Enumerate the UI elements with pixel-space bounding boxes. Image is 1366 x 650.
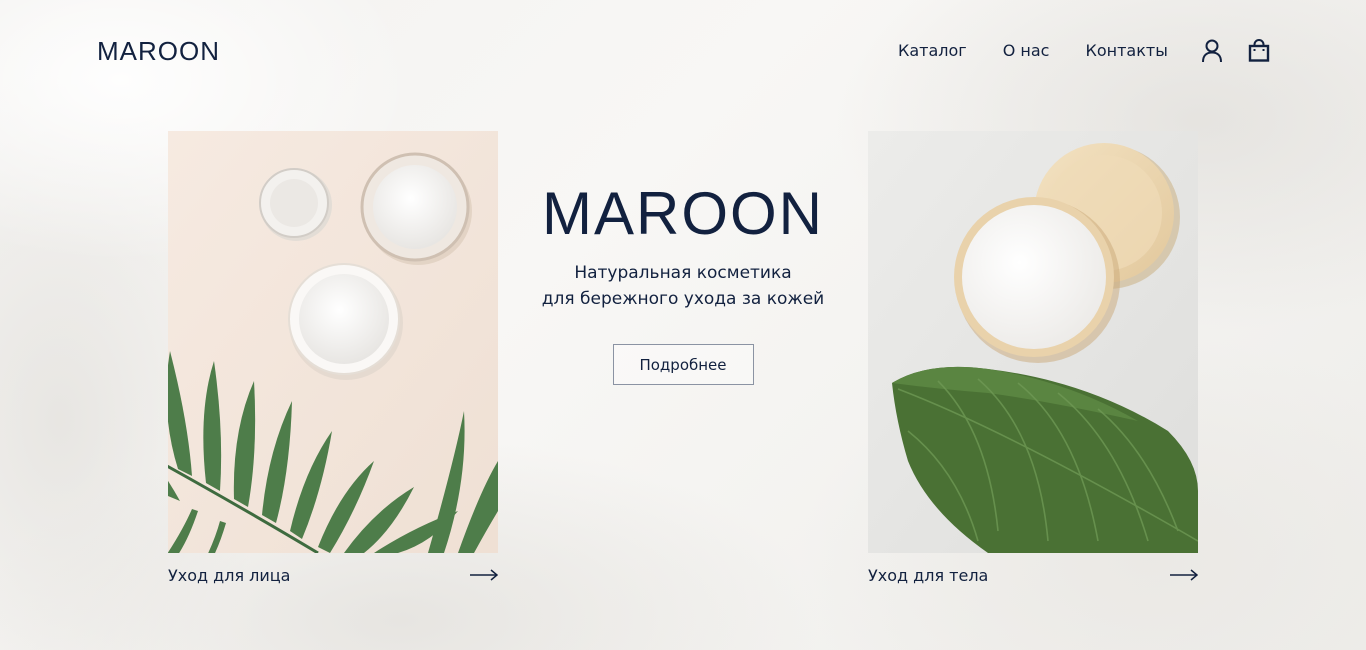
page: MAROON Каталог О нас Контакты Уход для л… — [0, 0, 1366, 650]
arrow-right-icon[interactable] — [1170, 569, 1198, 581]
main-nav: Каталог О нас Контакты — [898, 40, 1168, 62]
hero: MAROON Натуральная косметика для бережно… — [520, 180, 846, 385]
card-face-care-footer[interactable]: Уход для лица — [168, 565, 498, 585]
card-body-care[interactable]: Уход для тела — [868, 131, 1198, 585]
card-face-care[interactable]: Уход для лица — [168, 131, 498, 585]
hero-brand: MAROON — [542, 180, 824, 247]
shopping-bag-icon[interactable] — [1247, 38, 1271, 64]
hero-tagline: Натуральная косметика для бережного уход… — [520, 260, 846, 312]
nav-item-catalog[interactable]: Каталог — [898, 40, 967, 62]
user-icon[interactable] — [1200, 38, 1224, 64]
hero-tagline-line2: для бережного ухода за кожей — [541, 289, 825, 309]
nav-item-about[interactable]: О нас — [1003, 40, 1050, 62]
more-button[interactable]: Подробнее — [612, 344, 754, 385]
arrow-right-icon[interactable] — [470, 569, 498, 581]
card-body-care-label: Уход для тела — [868, 565, 989, 585]
card-body-care-footer[interactable]: Уход для тела — [868, 565, 1198, 585]
face-care-image[interactable] — [168, 131, 498, 553]
nav-item-contacts[interactable]: Контакты — [1085, 40, 1167, 62]
card-face-care-label: Уход для лица — [168, 565, 291, 585]
body-care-image[interactable] — [868, 131, 1198, 553]
hero-tagline-line1: Натуральная косметика — [574, 263, 792, 283]
header-logo[interactable]: MAROON — [97, 36, 220, 66]
